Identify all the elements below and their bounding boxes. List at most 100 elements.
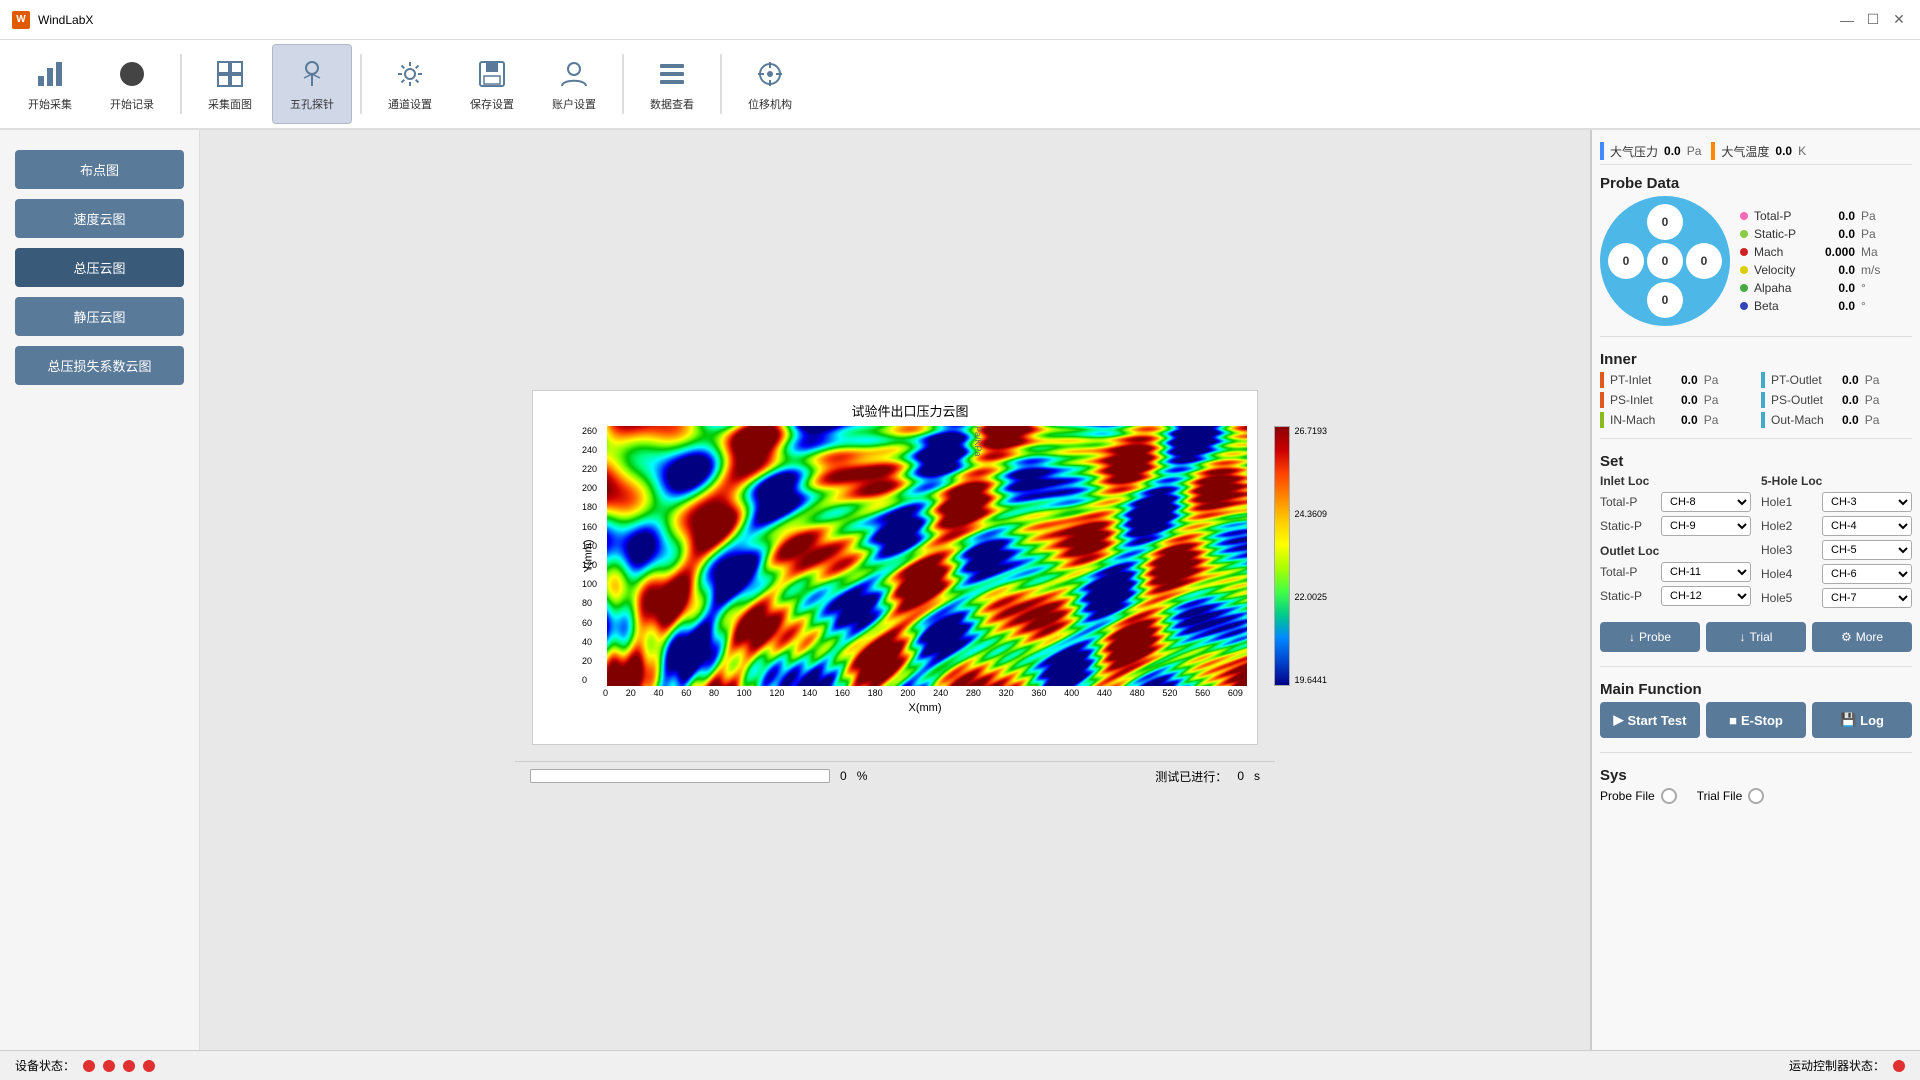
inner-ps-outlet: PS-Outlet 0.0 Pa xyxy=(1761,392,1912,408)
hole4-select[interactable]: CH-6 xyxy=(1822,564,1912,584)
inlet-total-p-row: Total-P CH-8 xyxy=(1600,492,1751,512)
outlet-static-p-row: Static-P CH-12 xyxy=(1600,586,1751,606)
inlet-outlet-col: Inlet Loc Total-P CH-8 Static-P CH-9 Out… xyxy=(1600,474,1751,612)
pt-inlet-unit: Pa xyxy=(1704,373,1719,387)
total-p-unit: Pa xyxy=(1861,209,1876,223)
inner-grid: PT-Inlet 0.0 Pa PT-Outlet 0.0 Pa PS-Inle… xyxy=(1600,372,1912,428)
alpha-dot xyxy=(1740,284,1748,292)
probe-circle: 0 0 0 0 0 xyxy=(1600,196,1730,326)
start-test-button[interactable]: ▶ Start Test xyxy=(1600,702,1700,738)
out-mach-label: Out-Mach xyxy=(1771,413,1836,427)
probe-row-total-p: Total-P 0.0 Pa xyxy=(1740,209,1880,223)
sys-section: Sys Probe File Trial File xyxy=(1600,763,1912,804)
probe-data-title: Probe Data xyxy=(1600,175,1912,192)
y-tick: 200 xyxy=(582,483,597,493)
toolbar-item-five-probe[interactable]: 五孔探针 xyxy=(272,44,352,124)
inlet-static-p-select[interactable]: CH-9 xyxy=(1661,516,1751,536)
outlet-total-p-select[interactable]: CH-11 xyxy=(1661,562,1751,582)
sidebar-btn-velocity[interactable]: 速度云图 xyxy=(15,199,184,238)
five-probe-label: 五孔探针 xyxy=(290,96,334,112)
toolbar-item-channel-settings[interactable]: 通道设置 xyxy=(370,44,450,124)
hole2-label: Hole2 xyxy=(1761,519,1816,533)
main-layout: 布点图 速度云图 总压云图 静压云图 总压损失系数云图 试验件出口压力云图 Y(… xyxy=(0,130,1920,1050)
inner-ps-inlet: PS-Inlet 0.0 Pa xyxy=(1600,392,1751,408)
sidebar-btn-static[interactable]: 静压云图 xyxy=(15,297,184,336)
toolbar-item-position-mech[interactable]: 位移机构 xyxy=(730,44,810,124)
in-mach-unit: Pa xyxy=(1704,413,1719,427)
toolbar-item-start-record[interactable]: 开始记录 xyxy=(92,44,172,124)
inlet-total-p-select[interactable]: CH-8 xyxy=(1661,492,1751,512)
mach-dot xyxy=(1740,248,1748,256)
titlebar-left: W WindLabX xyxy=(12,11,93,29)
sidebar-btn-dot-map[interactable]: 布点图 xyxy=(15,150,184,189)
trial-file-label: Trial File xyxy=(1697,789,1743,803)
hole3-label: Hole3 xyxy=(1761,543,1816,557)
probe-row-static-p: Static-P 0.0 Pa xyxy=(1740,227,1880,241)
in-mach-label: IN-Mach xyxy=(1610,413,1675,427)
channel-settings-icon xyxy=(392,56,428,92)
action-buttons: ↓ Probe ↓ Trial ⚙ More xyxy=(1600,622,1912,652)
hole2-select[interactable]: CH-4 xyxy=(1822,516,1912,536)
inlet-static-p-label: Static-P xyxy=(1600,519,1655,533)
inner-in-mach: IN-Mach 0.0 Pa xyxy=(1600,412,1751,428)
statusbar: 设备状态： 运动控制器状态： xyxy=(0,1050,1920,1080)
pt-inlet-value: 0.0 xyxy=(1681,373,1698,387)
in-mach-bar xyxy=(1600,412,1604,428)
trial-file-radio[interactable] xyxy=(1748,788,1764,804)
velocity-label: Velocity xyxy=(1754,263,1814,277)
toolbar-items: 开始采集 开始记录 采集面图 五孔探针 通道设置 保存设置 账户设置 数据查看 … xyxy=(10,44,810,124)
test-status-unit: s xyxy=(1254,769,1260,783)
close-button[interactable]: ✕ xyxy=(1890,11,1908,29)
y-tick: 220 xyxy=(582,464,597,474)
toolbar-item-save-settings[interactable]: 保存设置 xyxy=(452,44,532,124)
toolbar-item-collect-face[interactable]: 采集面图 xyxy=(190,44,270,124)
log-button[interactable]: 💾 Log xyxy=(1812,702,1912,738)
test-status-label: 测试已进行： xyxy=(1155,768,1227,785)
hole4-row: Hole4 CH-6 xyxy=(1761,564,1912,584)
main-function-title: Main Function xyxy=(1600,681,1912,698)
y-tick: 100 xyxy=(582,579,597,589)
app-logo: W xyxy=(12,11,30,29)
probe-file-radio[interactable] xyxy=(1661,788,1677,804)
trial-file-item: Trial File xyxy=(1697,788,1765,804)
hole5-select[interactable]: CH-7 xyxy=(1822,588,1912,608)
total-p-dot xyxy=(1740,212,1748,220)
scale-unit-label: Pa/KPa xyxy=(629,426,1327,686)
more-button[interactable]: ⚙ More xyxy=(1812,622,1912,652)
probe-row-velocity: Velocity 0.0 m/s xyxy=(1740,263,1880,277)
sidebar-btn-total-pressure[interactable]: 总压云图 xyxy=(15,248,184,287)
toolbar-item-user-settings[interactable]: 账户设置 xyxy=(534,44,614,124)
trial-button[interactable]: ↓ Trial xyxy=(1706,622,1806,652)
maximize-button[interactable]: ☐ xyxy=(1864,11,1882,29)
right-panel: 大气压力 0.0 Pa 大气温度 0.0 K Probe Data 0 0 0 xyxy=(1590,130,1920,1050)
toolbar-item-data-view[interactable]: 数据查看 xyxy=(632,44,712,124)
hole2-row: Hole2 CH-4 xyxy=(1761,516,1912,536)
outlet-loc-title: Outlet Loc xyxy=(1600,544,1751,558)
toolbar-item-start-collect[interactable]: 开始采集 xyxy=(10,44,90,124)
minimize-button[interactable]: — xyxy=(1838,11,1856,29)
motion-controller-label: 运动控制器状态： xyxy=(1789,1057,1885,1074)
inner-section: Inner PT-Inlet 0.0 Pa PT-Outlet 0.0 Pa P… xyxy=(1600,347,1912,428)
outlet-total-p-row: Total-P CH-11 xyxy=(1600,562,1751,582)
hole4-label: Hole4 xyxy=(1761,567,1816,581)
hole3-select[interactable]: CH-5 xyxy=(1822,540,1912,560)
estop-icon: ■ xyxy=(1729,713,1737,728)
fivehole-col: 5-Hole Loc Hole1 CH-3 Hole2 CH-4 xyxy=(1761,474,1912,612)
set-title: Set xyxy=(1600,453,1912,470)
ps-outlet-unit: Pa xyxy=(1865,393,1880,407)
user-settings-icon xyxy=(556,56,592,92)
hole1-select[interactable]: CH-3 xyxy=(1822,492,1912,512)
data-view-icon xyxy=(654,56,690,92)
alpha-label: Alpaha xyxy=(1754,281,1814,295)
atmosphere-pressure: 大气压力 0.0 Pa xyxy=(1600,142,1701,160)
main-function-section: Main Function ▶ Start Test ■ E-Stop 💾 Lo… xyxy=(1600,677,1912,742)
log-icon: 💾 xyxy=(1840,712,1856,728)
probe-button[interactable]: ↓ Probe xyxy=(1600,622,1700,652)
beta-dot xyxy=(1740,302,1748,310)
outlet-static-p-select[interactable]: CH-12 xyxy=(1661,586,1751,606)
beta-label: Beta xyxy=(1754,299,1814,313)
app-title: WindLabX xyxy=(38,13,93,27)
estop-button[interactable]: ■ E-Stop xyxy=(1706,702,1806,738)
sidebar-btn-loss-coeff[interactable]: 总压损失系数云图 xyxy=(15,346,184,385)
y-tick: 180 xyxy=(582,502,597,512)
